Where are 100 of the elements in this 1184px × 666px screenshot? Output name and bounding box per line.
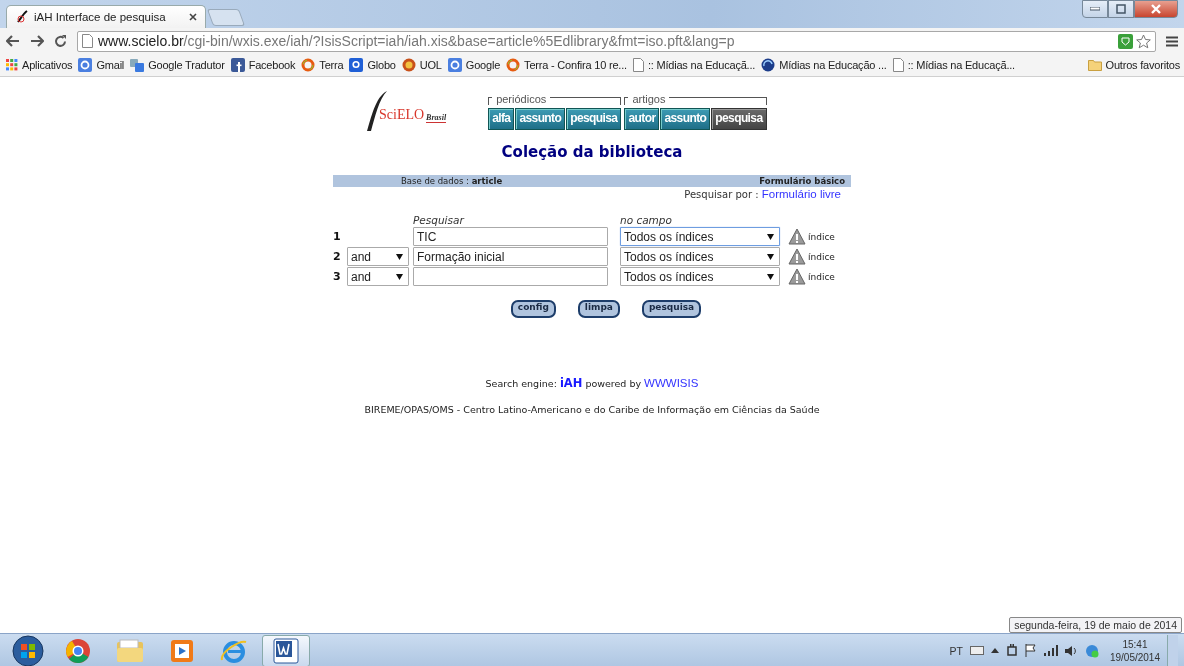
page-icon	[632, 58, 644, 72]
logo-icon	[15, 10, 29, 24]
reload-icon[interactable]	[54, 34, 67, 48]
translate-icon	[130, 58, 145, 72]
minimize-button[interactable]	[1082, 0, 1108, 18]
input-field[interactable]	[413, 267, 608, 286]
institution-credit: BIREME/OPAS/OMS - Centro Latino-Americano e do Caribe de Informação em Ciências da Saúde	[363, 404, 821, 415]
bookmark[interactable]: Terra	[301, 58, 344, 72]
nav-group-label: artigos	[631, 92, 667, 106]
field-select[interactable]: Todos os índices	[620, 247, 780, 266]
nav-button[interactable]: alfa	[488, 108, 515, 130]
bookmark[interactable]: Terra - Confira 10 re...	[506, 58, 627, 72]
forward-arrow-icon[interactable]	[30, 35, 44, 47]
chrome-icon	[65, 637, 91, 664]
form-button[interactable]: config	[510, 300, 556, 318]
google-icon	[447, 58, 462, 72]
globe-icon	[761, 58, 776, 72]
taskbar-app[interactable]	[262, 634, 310, 666]
input-field[interactable]: TIC	[413, 227, 608, 246]
speaker-icon[interactable]	[1064, 644, 1078, 657]
minimize-icon	[1090, 7, 1100, 11]
clock[interactable]: 15:41 19/05/2014	[1109, 637, 1160, 664]
dropdown-caret-icon	[396, 253, 403, 260]
up-caret-icon[interactable]	[990, 648, 999, 653]
row-number: 3	[333, 270, 342, 283]
index-link[interactable]: índice	[808, 231, 835, 242]
flag-icon[interactable]	[1024, 644, 1037, 657]
field-select[interactable]: Todos os índices	[620, 267, 780, 286]
field-select[interactable]: Todos os índices	[620, 227, 780, 246]
word-icon	[273, 637, 299, 664]
uol-icon	[401, 58, 416, 72]
input-field[interactable]: Formação inicial	[413, 247, 608, 266]
signal-icon[interactable]	[1043, 645, 1058, 656]
language-indicator[interactable]: PT	[949, 644, 963, 657]
close-icon[interactable]	[189, 13, 197, 21]
bookmark[interactable]: Google	[447, 58, 501, 72]
bracket-line	[624, 97, 629, 105]
close-button[interactable]	[1134, 0, 1178, 18]
warning-icon[interactable]	[788, 228, 806, 245]
dropdown-caret-icon	[767, 233, 774, 240]
date-tooltip: segunda-feira, 19 de maio de 2014	[1009, 617, 1182, 633]
wwwisis-link[interactable]: WWWISIS	[644, 377, 699, 389]
operator-select[interactable]: and	[347, 267, 409, 286]
nav-button[interactable]: assunto	[660, 108, 711, 130]
bookmark[interactable]: Aplicativos	[6, 59, 73, 71]
nav-button[interactable]: assunto	[515, 108, 566, 130]
scielo-logo: SciELO Brasil	[365, 89, 449, 133]
index-link[interactable]: índice	[808, 251, 835, 262]
menu-icon[interactable]	[1166, 35, 1178, 47]
nav-button[interactable]: pesquisa	[566, 108, 622, 130]
start-button[interactable]	[12, 634, 44, 666]
plug-icon[interactable]	[1005, 643, 1018, 658]
page-title: Coleção da biblioteca	[500, 143, 684, 161]
bookmark[interactable]: Gmail	[78, 58, 125, 72]
bookmark[interactable]: Facebook	[230, 58, 296, 72]
dropdown-caret-icon	[767, 253, 774, 260]
column-header: Pesquisar	[413, 214, 466, 226]
star-icon[interactable]	[1136, 33, 1151, 49]
nav-button[interactable]: pesquisa	[711, 108, 767, 130]
folder-icon	[1087, 59, 1102, 71]
warning-icon[interactable]	[788, 248, 806, 265]
restore-icon	[1116, 4, 1126, 14]
form-button[interactable]: limpa	[577, 300, 620, 318]
bookmark-folder[interactable]: Outros favoritos	[1087, 59, 1180, 71]
ring-icon	[301, 58, 316, 72]
dropdown-caret-icon	[767, 273, 774, 280]
form-button[interactable]: pesquisa	[641, 300, 702, 318]
keyboard-icon[interactable]	[969, 646, 984, 655]
index-link[interactable]: índice	[808, 271, 835, 282]
media-player-icon	[170, 638, 194, 663]
search-by-label: Pesquisar por :	[684, 189, 759, 200]
operator-select[interactable]: and	[347, 247, 409, 266]
globo-icon	[349, 58, 364, 72]
column-header: no campo	[620, 214, 673, 226]
search-engine-credit: Search engine: iAH powered by WWWISIS	[484, 376, 700, 390]
back-arrow-icon[interactable]	[6, 35, 20, 47]
bookmark[interactable]: Globo	[349, 58, 396, 72]
database-label: Base de dados : article	[401, 176, 503, 186]
restore-button[interactable]	[1108, 0, 1134, 18]
bookmark[interactable]: :: Mídias na Educaçã...	[892, 58, 1015, 72]
folder-icon	[116, 638, 144, 663]
browser-tab[interactable]: iAH Interface de pesquisa	[6, 5, 206, 28]
nav-group-label: periódicos	[495, 92, 548, 106]
bookmark[interactable]: :: Mídias na Educaçã...	[632, 58, 756, 72]
shield-extension-icon[interactable]	[1118, 33, 1133, 49]
facebook-icon	[230, 58, 245, 72]
page-icon	[892, 58, 904, 72]
bookmark[interactable]: Google Tradutor	[130, 58, 225, 72]
apps-grid-icon	[6, 59, 18, 71]
bookmark[interactable]: UOL	[401, 58, 442, 72]
form-type-label: Formulário básico	[759, 176, 845, 186]
bracket-line	[488, 97, 493, 105]
dropdown-caret-icon	[396, 273, 403, 280]
free-form-link[interactable]: Formulário livre	[761, 188, 841, 200]
address-bar[interactable]: www.scielo.br/cgi-bin/wxis.exe/iah/?IsisScript=iah/iah.xis&base=article%5Edlibrary&fmt=iso.pft&lang=p	[77, 30, 1156, 52]
close-icon	[1151, 4, 1161, 14]
bookmark[interactable]: Mídias na Educação ...	[761, 58, 887, 72]
nav-button[interactable]: autor	[624, 108, 660, 130]
warning-icon[interactable]	[788, 268, 806, 285]
ring-icon	[506, 58, 521, 72]
